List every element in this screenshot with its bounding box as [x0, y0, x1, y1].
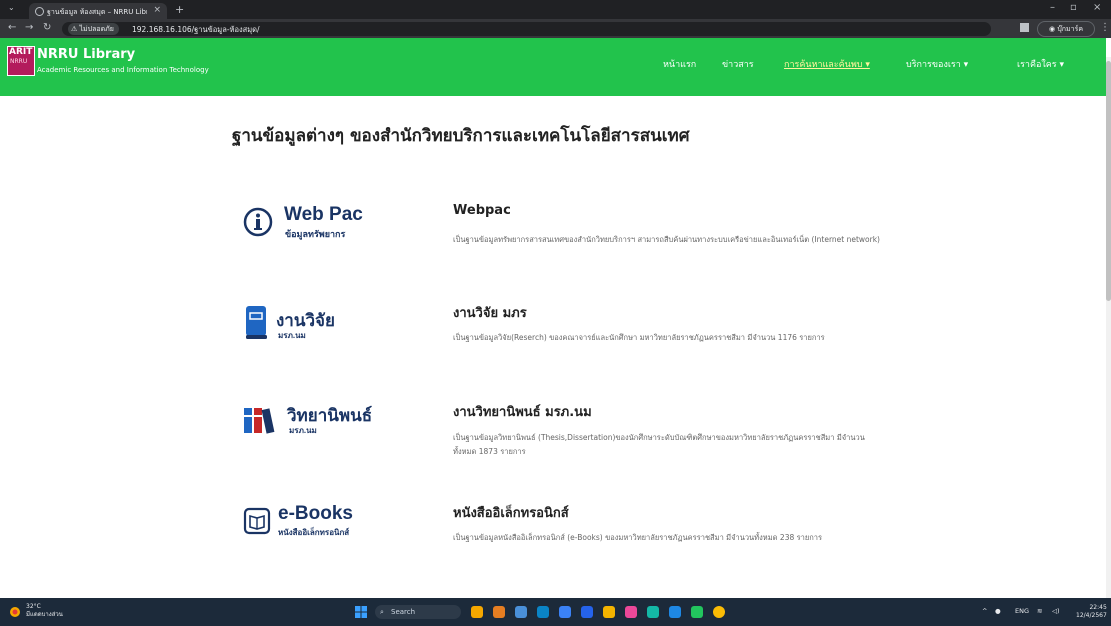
- teams-icon[interactable]: [647, 606, 659, 618]
- minimize-icon[interactable]: –: [1050, 2, 1055, 13]
- store-icon[interactable]: [625, 606, 637, 618]
- tab-title: ฐานข้อมูล ห้องสมุด – NRRU Librar...: [47, 8, 147, 16]
- widgets-icon[interactable]: [471, 606, 483, 618]
- arit-logo[interactable]: ARIT NRRU: [7, 46, 35, 76]
- weather-temp: 32°C: [26, 603, 41, 610]
- address-bar[interactable]: ⚠ ไม่ปลอดภัย 192.168.16.106/ฐานข้อมูล-ห้…: [62, 22, 991, 36]
- research-title[interactable]: งานวิจัย มภร: [453, 302, 527, 323]
- network-app-icon[interactable]: ●: [995, 607, 1001, 615]
- mail-icon[interactable]: [559, 606, 571, 618]
- research-logo[interactable]: งานวิจัย มรภ.นม: [245, 302, 385, 344]
- file-explorer-icon[interactable]: [603, 606, 615, 618]
- profile-button[interactable]: ◉ บุ๊กมาร์ค: [1037, 21, 1095, 37]
- site-brand-subtitle: Academic Resources and Information Techn…: [37, 66, 209, 74]
- ebooks-logo[interactable]: e-Books หนังสืออิเล็กทรอนิกส์: [243, 503, 403, 543]
- thesis-logo[interactable]: วิทยานิพนธ์ มรภ.นม: [243, 399, 393, 441]
- research-description: เป็นฐานข้อมูลวิจัย(Reserch) ของคณาจารย์แ…: [453, 333, 825, 342]
- research-logo-subtitle: มรภ.นม: [278, 331, 306, 340]
- thesis-description: เป็นฐานข้อมูลวิทยานิพนธ์ (Thesis,Dissert…: [453, 433, 865, 456]
- webpac-logo-title: Web Pac: [284, 204, 363, 225]
- thesis-title[interactable]: งานวิทยานิพนธ์ มรภ.นม: [453, 401, 592, 422]
- nav-home[interactable]: หน้าแรก: [663, 57, 696, 71]
- start-icon[interactable]: [355, 606, 367, 618]
- site-brand[interactable]: NRRU Library: [37, 47, 135, 62]
- nav-services[interactable]: บริการของเรา ▾: [906, 57, 968, 71]
- ebooks-logo-title: e-Books: [278, 503, 353, 524]
- restore-icon[interactable]: ▫: [1070, 2, 1077, 13]
- wifi-icon[interactable]: ≋: [1037, 607, 1042, 615]
- webpac-title[interactable]: Webpac: [453, 203, 511, 218]
- windows-taskbar: 32°C มีแดดบางส่วน ⌕ Search ^ ● ENG ≋ ◁) …: [0, 598, 1111, 626]
- language-indicator[interactable]: ENG: [1015, 607, 1029, 615]
- books-icon: [244, 408, 275, 434]
- not-secure-label: ไม่ปลอดภัย: [79, 25, 114, 33]
- webpac-logo-subtitle: ข้อมูลทรัพยากร: [285, 229, 346, 239]
- taskbar-search[interactable]: ⌕ Search: [375, 605, 461, 619]
- scrollbar-thumb[interactable]: [1106, 61, 1111, 301]
- ebooks-title[interactable]: หนังสืออิเล็กทรอนิกส์: [453, 502, 569, 523]
- url-text: 192.168.16.106/ฐานข้อมูล-ห้องสมุด/: [132, 25, 260, 34]
- book-icon: [246, 306, 267, 339]
- tab-favicon-icon: [35, 7, 44, 16]
- chrome-icon[interactable]: [713, 606, 725, 618]
- ebooks-description: เป็นฐานข้อมูลหนังสืออิเล็กทรอนิกส์ (e-Bo…: [453, 533, 823, 542]
- nav-news[interactable]: ข่าวสาร: [722, 57, 754, 71]
- thesis-logo-subtitle: มรภ.นม: [289, 426, 317, 435]
- browser-toolbar: ← → ↻ ⚠ ไม่ปลอดภัย 192.168.16.106/ฐานข้อ…: [0, 19, 1111, 38]
- page-scrollbar[interactable]: [1106, 57, 1111, 598]
- word-icon[interactable]: [669, 606, 681, 618]
- nav-search-discover[interactable]: การค้นหาและค้นพบ ▾: [784, 57, 870, 71]
- site-header: ARIT NRRU NRRU Library Academic Resource…: [0, 38, 1106, 96]
- logo-text: ARIT: [9, 47, 33, 57]
- new-tab-button[interactable]: +: [175, 3, 184, 16]
- back-icon[interactable]: ←: [8, 22, 16, 33]
- clock-time: 22:45: [1089, 604, 1107, 611]
- logo-subtext: NRRU: [10, 58, 28, 65]
- task-view-icon[interactable]: [515, 606, 527, 618]
- side-panel-icon[interactable]: [1020, 23, 1029, 32]
- profile-label: บุ๊กมาร์ค: [1057, 25, 1083, 33]
- window-close-icon[interactable]: ×: [1093, 2, 1101, 13]
- nav-about[interactable]: เราคือใคร ▾: [1017, 57, 1064, 71]
- weather-widget[interactable]: 32°C มีแดดบางส่วน: [26, 603, 63, 619]
- not-secure-badge[interactable]: ⚠ ไม่ปลอดภัย: [68, 23, 119, 35]
- weather-status: มีแดดบางส่วน: [26, 611, 63, 618]
- line-icon[interactable]: [691, 606, 703, 618]
- search-icon: ⌕: [380, 608, 384, 616]
- browser-tab[interactable]: ฐานข้อมูล ห้องสมุด – NRRU Librar... ×: [29, 3, 167, 19]
- webpac-logo[interactable]: Web Pac ข้อมูลทรัพยากร: [243, 202, 383, 242]
- clock-date: 12/4/2567: [1076, 612, 1107, 619]
- tray-chevron-icon[interactable]: ^: [982, 607, 987, 615]
- webpac-description: เป็นฐานข้อมูลทรัพยากรสารสนเทศของสำนักวิท…: [453, 235, 880, 244]
- forward-icon[interactable]: →: [25, 22, 33, 33]
- app-icon[interactable]: [493, 606, 505, 618]
- ebooks-logo-subtitle: หนังสืออิเล็กทรอนิกส์: [278, 528, 350, 537]
- volume-icon[interactable]: ◁): [1052, 607, 1060, 615]
- browser-menu-icon[interactable]: ⋮: [1100, 22, 1110, 33]
- ebook-icon: [243, 507, 271, 535]
- browser-tabstrip: ⌄ ฐานข้อมูล ห้องสมุด – NRRU Librar... × …: [0, 0, 1111, 19]
- tab-search-icon[interactable]: ⌄: [8, 3, 15, 12]
- tab-close-icon[interactable]: ×: [153, 5, 161, 15]
- taskbar-search-label: Search: [391, 608, 416, 616]
- taskbar-clock[interactable]: 22:45 12/4/2567: [1076, 604, 1107, 620]
- calendar-icon[interactable]: [581, 606, 593, 618]
- edge-icon[interactable]: [537, 606, 549, 618]
- page-title: ฐานข้อมูลต่างๆ ของสำนักวิทยบริการและเทคโ…: [232, 126, 690, 146]
- weather-sun-icon: [10, 607, 20, 617]
- info-icon: [243, 207, 273, 237]
- reload-icon[interactable]: ↻: [43, 22, 51, 33]
